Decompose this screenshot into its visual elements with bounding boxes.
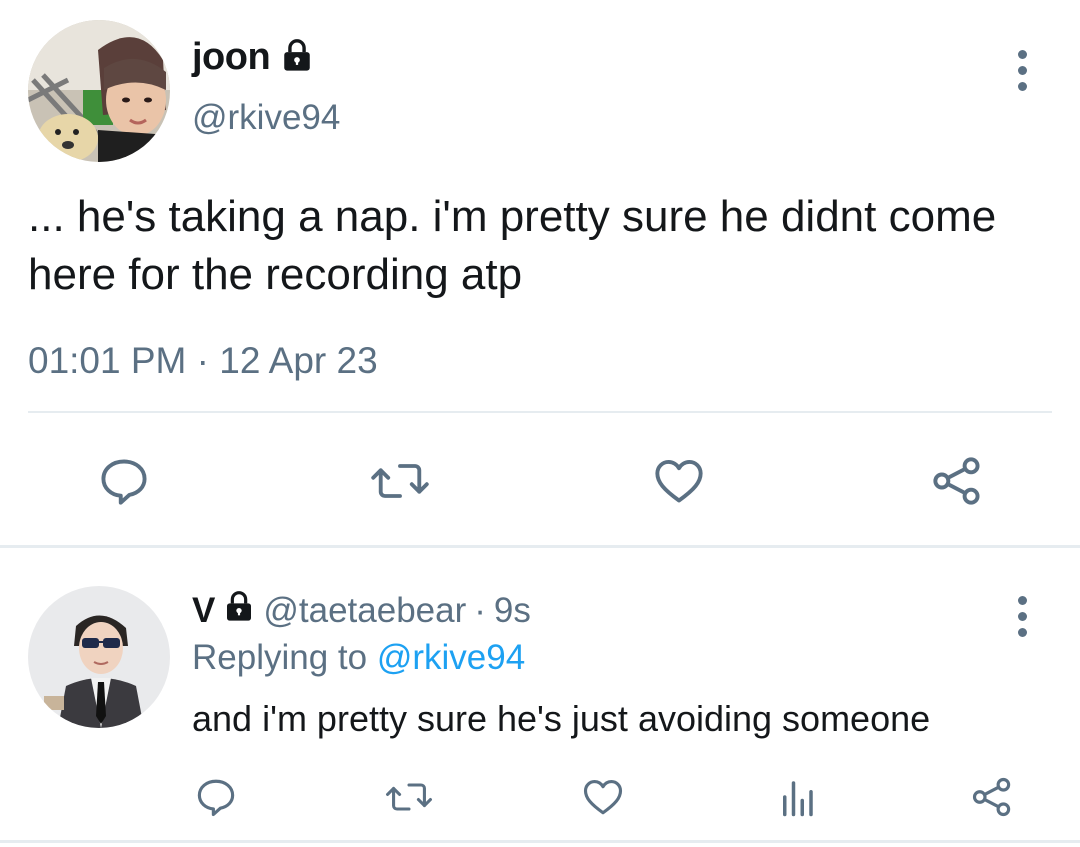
avatar[interactable] [28, 586, 170, 728]
replying-prefix: Replying to [192, 638, 368, 677]
retweet-icon[interactable] [370, 455, 430, 507]
reply-icon[interactable] [195, 776, 237, 818]
like-icon[interactable] [582, 776, 624, 818]
main-tweet: joon @rkive94 ... he's taking a nap. i'm… [0, 0, 1080, 545]
share-icon[interactable] [930, 455, 984, 507]
replying-to-link[interactable]: @rkive94 [377, 638, 525, 677]
display-name-row: joon [192, 36, 314, 79]
separator-dot: · [474, 590, 486, 630]
display-name[interactable]: joon [192, 36, 271, 79]
reply-header: V @taetaebear · 9s [192, 590, 531, 631]
replying-to-line: Replying to @rkive94 [192, 638, 525, 678]
reply-icon[interactable] [98, 455, 150, 507]
analytics-icon[interactable] [776, 776, 818, 818]
lock-icon [223, 590, 255, 631]
divider [28, 411, 1052, 413]
tweet-time[interactable]: 9s [494, 591, 531, 631]
divider [0, 840, 1080, 843]
tweet-text: ... he's taking a nap. i'm pretty sure h… [28, 192, 997, 299]
tweet-timestamp[interactable]: 01:01 PM · 12 Apr 23 [28, 340, 378, 382]
share-icon[interactable] [970, 776, 1014, 818]
more-options-icon[interactable] [1012, 596, 1032, 637]
lock-icon [280, 38, 314, 77]
display-name[interactable]: V [192, 591, 215, 631]
tweet-text: and i'm pretty sure he's just avoiding s… [192, 698, 931, 739]
reply-tweet: V @taetaebear · 9s Replying to @rkive94 … [0, 548, 1080, 847]
user-handle[interactable]: @taetaebear [263, 591, 466, 631]
user-handle[interactable]: @rkive94 [192, 98, 340, 138]
more-options-icon[interactable] [1012, 50, 1032, 91]
retweet-icon[interactable] [385, 776, 433, 818]
like-icon[interactable] [653, 455, 705, 507]
avatar[interactable] [28, 20, 170, 162]
